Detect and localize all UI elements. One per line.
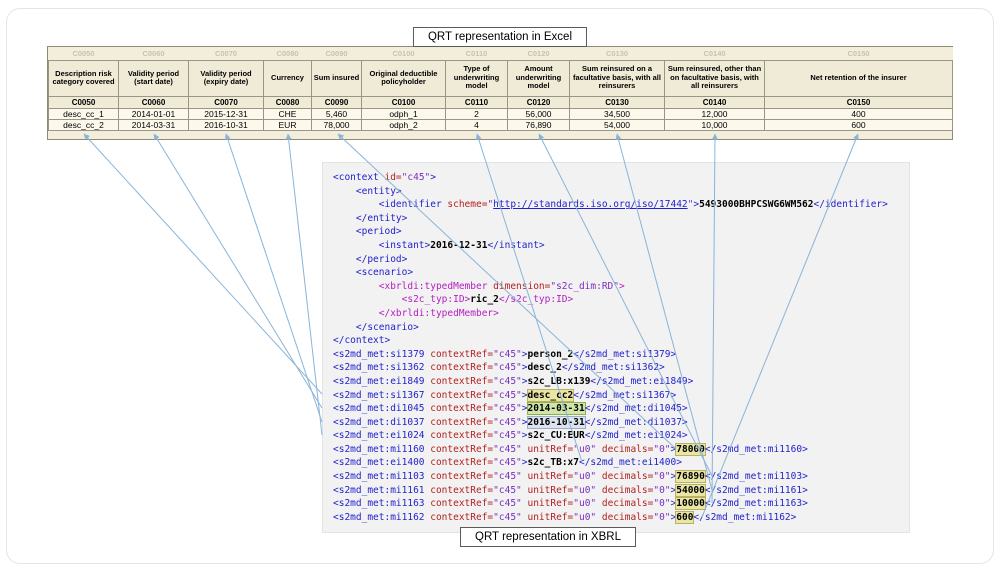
- table-cell: 600: [764, 118, 953, 131]
- ghost-column-code: C0100: [361, 47, 446, 60]
- column-code: C0110: [445, 95, 508, 109]
- code-line: <s2md_met:ei1024 contextRef="c45">s2c_CU…: [333, 430, 688, 442]
- table-cell: 4: [445, 118, 508, 131]
- column-header: Amount underwriting model: [507, 59, 570, 97]
- code-line: </context>: [333, 335, 391, 347]
- code-line: <s2md_met:ei1400 contextRef="c45">s2c_TB…: [333, 457, 682, 469]
- code-line: <s2md_met:si1367 contextRef="c45">desc_c…: [333, 389, 677, 401]
- ghost-column-code: C0060: [118, 47, 189, 60]
- column-code: C0100: [361, 95, 446, 109]
- code-line: <s2md_met:ei1849 contextRef="c45">s2c_LB…: [333, 375, 694, 387]
- column-code: C0150: [764, 95, 953, 109]
- xbrl-code: <context id="c45"> <entity> <identifier …: [322, 162, 910, 534]
- table-cell: 400: [764, 107, 953, 120]
- ghost-column-code: C0140: [664, 47, 765, 60]
- table-cell: 56,000: [507, 107, 570, 120]
- code-line: <scenario>: [333, 267, 414, 279]
- code-line: <xbrldi:typedMember dimension="s2c_dim:R…: [333, 280, 625, 292]
- excel-table-area: C0050 C0060 C0070 C0080 C0090 C0100 C0110 C0120…: [47, 46, 953, 140]
- code-line: <s2md_met:mi1160 contextRef="c45" unitRe…: [333, 443, 808, 455]
- column-code: C0080: [263, 95, 312, 109]
- code-line: <s2md_met:mi1161 contextRef="c45" unitRe…: [333, 484, 808, 496]
- code-line: <instant>2016-12-31</instant>: [333, 239, 545, 251]
- column-header: Original deductible policyholder: [361, 59, 446, 97]
- table-cell: odph_1: [361, 107, 446, 120]
- ghost-column-code: C0130: [569, 47, 665, 60]
- excel-representation-label: QRT representation in Excel: [412, 27, 588, 47]
- column-code: C0050: [48, 95, 119, 109]
- code-line: </period>: [333, 253, 408, 265]
- code-line: <s2md_met:mi1162 contextRef="c45" unitRe…: [333, 511, 797, 523]
- code-line: <context id="c45">: [333, 172, 436, 183]
- code-line: <s2md_met:si1379 contextRef="c45">person…: [333, 348, 677, 360]
- column-header: Type of underwriting model: [445, 59, 508, 97]
- column-code: C0140: [664, 95, 765, 109]
- table-cell: 5,460: [311, 107, 362, 120]
- table-cell: 2: [445, 107, 508, 120]
- code-line: <s2md_met:di1045 contextRef="c45">2014-0…: [333, 403, 688, 415]
- table-cell: 2014-01-01: [118, 107, 189, 120]
- table-row-hdr: Description risk category covered Validit…: [48, 59, 953, 97]
- table-cell: odph_2: [361, 118, 446, 131]
- table-cell: desc_cc_2: [48, 118, 119, 131]
- code-line: <s2md_met:si1362 contextRef="c45">desc_2…: [333, 362, 665, 374]
- table-cell: 34,500: [569, 107, 665, 120]
- column-header: Sum reinsured on a facultative basis, wi…: [569, 59, 665, 97]
- column-header: Sum insured: [311, 59, 362, 97]
- ghost-column-code: C0120: [507, 47, 570, 60]
- table-cell: 76,890: [507, 118, 570, 131]
- column-header: Validity period (start date): [118, 59, 189, 97]
- table-cell: 10,000: [664, 118, 765, 131]
- table-footer-strip: [48, 131, 952, 139]
- code-line: <entity>: [333, 185, 402, 197]
- column-header: Validity period (expiry date): [188, 59, 264, 97]
- table-cell: 12,000: [664, 107, 765, 120]
- ghost-column-code: C0090: [311, 47, 362, 60]
- table-cell: EUR: [263, 118, 312, 131]
- ghost-column-code: C0110: [445, 47, 508, 60]
- code-line: </entity>: [333, 212, 408, 224]
- code-line: <s2md_met:di1037 contextRef="c45">2016-1…: [333, 416, 688, 428]
- ghost-column-code: C0070: [188, 47, 264, 60]
- code-line: </xbrldi:typedMember>: [333, 307, 499, 319]
- column-code: C0130: [569, 95, 665, 109]
- table-cell: desc_cc_1: [48, 107, 119, 120]
- ghost-column-code: C0080: [263, 47, 312, 60]
- table-row-data: desc_cc_2 2014-03-31 2016-10-31 EUR 78,000 od…: [48, 118, 953, 131]
- table-row-data: desc_cc_1 2014-01-01 2015-12-31 CHE 5,460 odp…: [48, 107, 953, 120]
- ghost-column-code: C0150: [764, 47, 953, 60]
- ghost-column-code: C0050: [48, 47, 119, 60]
- excel-table: C0050 C0060 C0070 C0080 C0090 C0100 C0110 C0120…: [48, 47, 953, 131]
- table-row-codes: C0050 C0060 C0070 C0080 C0090 C0100 C0110 C0120…: [48, 95, 953, 109]
- table-cell: CHE: [263, 107, 312, 120]
- code-line: <period>: [333, 226, 402, 238]
- column-code: C0070: [188, 95, 264, 109]
- column-code: C0120: [507, 95, 570, 109]
- code-line: <identifier scheme="http://standards.iso…: [333, 199, 888, 211]
- column-header: Description risk category covered: [48, 59, 119, 97]
- column-code: C0090: [311, 95, 362, 109]
- code-line: </scenario>: [333, 321, 419, 333]
- code-line: <s2md_met:mi1103 contextRef="c45" unitRe…: [333, 471, 808, 483]
- column-header: Currency: [263, 59, 312, 97]
- column-header: Sum reinsured, other than on facultative…: [664, 59, 765, 97]
- table-row-ghost: C0050 C0060 C0070 C0080 C0090 C0100 C0110 C0120…: [48, 47, 953, 60]
- column-header: Net retention of the insurer: [764, 59, 953, 97]
- table-cell: 2015-12-31: [188, 107, 264, 120]
- code-line: <s2c_typ:ID>ric_2</s2c_typ:ID>: [333, 294, 574, 306]
- xbrl-representation-label: QRT representation in XBRL: [460, 527, 636, 547]
- table-cell: 2014-03-31: [118, 118, 189, 131]
- table-cell: 78,000: [311, 118, 362, 131]
- column-code: C0060: [118, 95, 189, 109]
- code-line: <s2md_met:mi1163 contextRef="c45" unitRe…: [333, 498, 808, 510]
- table-cell: 2016-10-31: [188, 118, 264, 131]
- table-cell: 54,000: [569, 118, 665, 131]
